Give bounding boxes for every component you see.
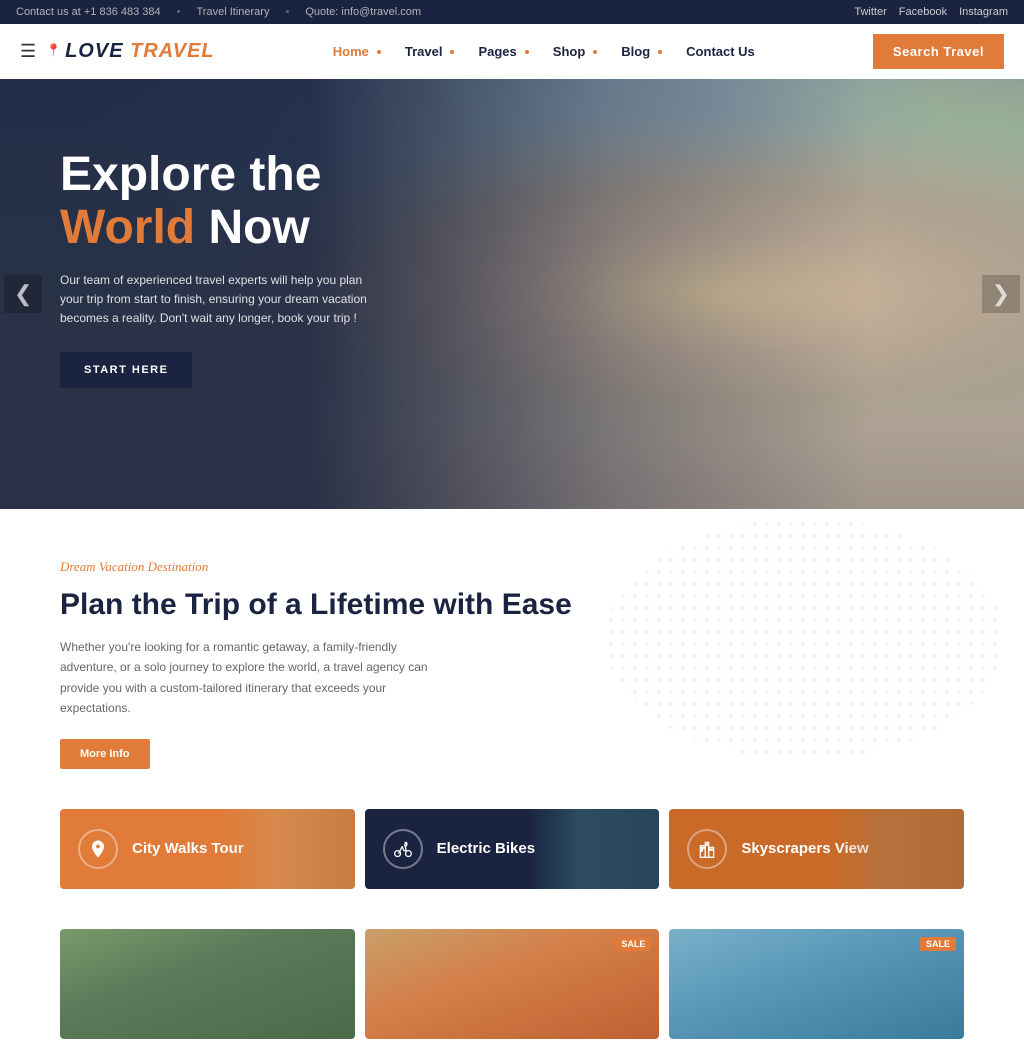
nav-home[interactable]: Home [323, 38, 391, 65]
more-info-button[interactable]: More Info [60, 739, 150, 769]
skyscrapers-bg-image [831, 809, 964, 889]
hero-section: Explore the World Now Our team of experi… [0, 79, 1024, 509]
nav-travel[interactable]: Travel [395, 38, 465, 65]
photo-card-3[interactable]: SALE [669, 929, 964, 1039]
world-map-decoration [524, 509, 1024, 809]
logo-text: Love Travel [65, 40, 215, 63]
main-nav: Home Travel Pages Shop Blog Contact Us [323, 38, 765, 65]
logo-pin-icon: 📍 [46, 43, 61, 57]
header-left: ☰ 📍 Love Travel [20, 40, 215, 63]
hero-highlight: World [60, 201, 195, 254]
photo-card-2[interactable]: SALE [365, 929, 660, 1039]
header: ☰ 📍 Love Travel Home Travel Pages Shop B… [0, 24, 1024, 79]
bottom-photos-section: SALE SALE [0, 929, 1024, 1059]
nav-pages[interactable]: Pages [468, 38, 538, 65]
tour-card-electric-bikes[interactable]: Electric Bikes [365, 809, 660, 889]
plan-subtitle: Dream Vacation Destination [60, 559, 580, 575]
electric-bikes-bg-image [527, 809, 660, 889]
hero-next-arrow[interactable]: ❯ [982, 275, 1020, 313]
hamburger-icon[interactable]: ☰ [20, 41, 36, 62]
hero-content: Explore the World Now Our team of experi… [0, 79, 480, 458]
photo-card-1[interactable] [60, 929, 355, 1039]
nav-contact[interactable]: Contact Us [676, 38, 765, 65]
nav-shop[interactable]: Shop [543, 38, 608, 65]
top-bar-left: Contact us at +1 836 483 384 • Travel It… [16, 6, 421, 18]
top-bar: Contact us at +1 836 483 384 • Travel It… [0, 0, 1024, 24]
separator-dot2: • [285, 6, 289, 18]
electric-bikes-icon [383, 829, 423, 869]
tour-card-skyscrapers[interactable]: Skyscrapers View [669, 809, 964, 889]
nav-blog[interactable]: Blog [611, 38, 672, 65]
sale-badge-1: SALE [615, 937, 651, 951]
hero-description: Our team of experienced travel experts w… [60, 271, 380, 329]
logo[interactable]: 📍 Love Travel [46, 40, 214, 63]
plan-content: Dream Vacation Destination Plan the Trip… [60, 559, 580, 769]
itinerary-link[interactable]: Travel Itinerary [197, 6, 270, 18]
hero-prev-arrow[interactable]: ❮ [4, 275, 42, 313]
city-walks-icon [78, 829, 118, 869]
electric-bikes-label: Electric Bikes [437, 840, 535, 857]
contact-info: Contact us at +1 836 483 384 [16, 6, 161, 18]
sale-badge-2: SALE [920, 937, 956, 951]
separator-dot: • [177, 6, 181, 18]
plan-description: Whether you're looking for a romantic ge… [60, 637, 440, 719]
tour-card-city-walks[interactable]: City Walks Tour [60, 809, 355, 889]
facebook-link[interactable]: Facebook [899, 6, 947, 18]
hero-title: Explore the World Now [60, 149, 420, 255]
city-walks-bg-image [222, 809, 355, 889]
plan-title: Plan the Trip of a Lifetime with Ease [60, 587, 580, 623]
plan-section: Dream Vacation Destination Plan the Trip… [0, 509, 1024, 809]
instagram-link[interactable]: Instagram [959, 6, 1008, 18]
skyscrapers-icon [687, 829, 727, 869]
twitter-link[interactable]: Twitter [854, 6, 886, 18]
search-button[interactable]: Search Travel [873, 34, 1004, 69]
top-bar-social: Twitter Facebook Instagram [854, 6, 1008, 18]
quote-link[interactable]: Quote: info@travel.com [305, 6, 421, 18]
hero-cta-button[interactable]: START HERE [60, 352, 192, 388]
